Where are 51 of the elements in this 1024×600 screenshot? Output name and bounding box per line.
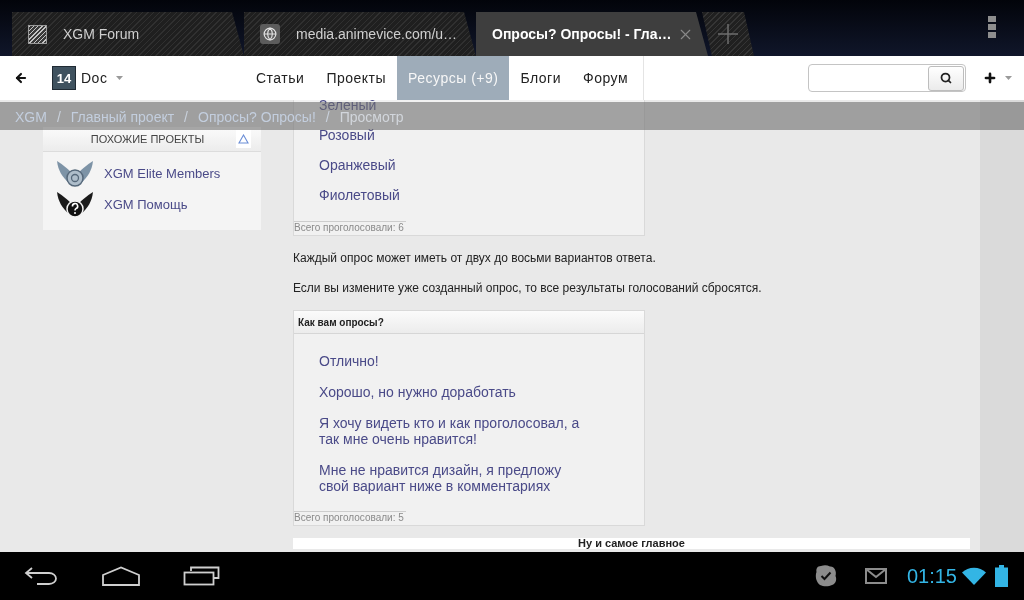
globe-icon (260, 24, 280, 44)
breadcrumb-separator: / (56, 111, 61, 123)
browser-tab[interactable]: XGM Forum (12, 12, 244, 56)
nav-tab[interactable]: Блоги (509, 56, 573, 100)
winged-emblem-icon (57, 159, 93, 188)
wifi-icon (962, 567, 986, 585)
paragraph-text: Если вы измените уже созданный опрос, то все результаты голосований сбросятся. (293, 280, 762, 296)
mail-icon[interactable] (864, 568, 887, 584)
clock-time: 01:15 (906, 566, 957, 586)
project-link[interactable]: XGM Помощь (43, 189, 261, 220)
poll-option[interactable]: Мне не нравится дизайн, я предложу свой вариант ниже в комментариях (319, 462, 587, 494)
browser-tab[interactable]: media.animevice.com/u… (244, 12, 476, 56)
poll-option[interactable]: Оранжевый (319, 160, 396, 171)
plus-icon (718, 24, 738, 44)
search-icon (940, 72, 952, 84)
battery-icon (995, 565, 1008, 587)
poll-option[interactable]: Фиолетовый (319, 190, 400, 201)
nav-tab[interactable]: Проекты (315, 56, 398, 100)
home-icon[interactable] (102, 566, 140, 586)
project-link[interactable]: XGM Elite Members (43, 158, 261, 189)
breadcrumb-current: Просмотр (339, 111, 404, 123)
nav-tab[interactable]: Форум (572, 56, 640, 100)
poll-title: Как вам опросы? (294, 311, 644, 334)
poll-option[interactable]: Хорошо, но нужно доработать (319, 384, 516, 400)
search-field[interactable] (808, 64, 966, 92)
caret-icon (116, 76, 124, 80)
user-badge: 14 (52, 66, 76, 90)
user-name[interactable]: Doc (81, 67, 108, 89)
check-badge-icon[interactable] (814, 565, 837, 587)
poll-option[interactable]: Отлично! (319, 353, 379, 369)
section-heading: Ну и самое главное (293, 538, 970, 549)
caret-icon (1005, 76, 1012, 80)
panel-title: ПОХОЖИЕ ПРОЕКТЫ (89, 131, 206, 147)
breadcrumb-separator: / (184, 111, 188, 123)
browser-tab[interactable]: Опросы? Опросы! - Гла… (476, 12, 708, 56)
breadcrumb-separator: / (325, 111, 330, 123)
poll-option[interactable]: Я хочу видеть кто и как проголосовал, а так мне очень нравится! (319, 415, 587, 447)
menu-icon[interactable] (988, 16, 996, 38)
search-button[interactable] (928, 65, 964, 91)
vote-total: Всего проголосовали: 5 (294, 511, 406, 524)
poll-option[interactable]: Розовый (319, 130, 375, 141)
new-tab-button[interactable] (702, 12, 754, 56)
paragraph-text: Каждый опрос может иметь от двух до восьми вариантов ответа. (293, 250, 656, 266)
back-icon[interactable] (24, 566, 58, 586)
nav-tab[interactable]: Статьи (245, 56, 316, 100)
winged-question-icon (57, 190, 93, 219)
vote-total: Всего проголосовали: 6 (294, 221, 406, 234)
recent-apps-icon[interactable] (183, 566, 220, 586)
plus-icon (983, 71, 997, 85)
collapse-button[interactable] (236, 130, 251, 148)
hatched-square-icon (28, 24, 47, 44)
